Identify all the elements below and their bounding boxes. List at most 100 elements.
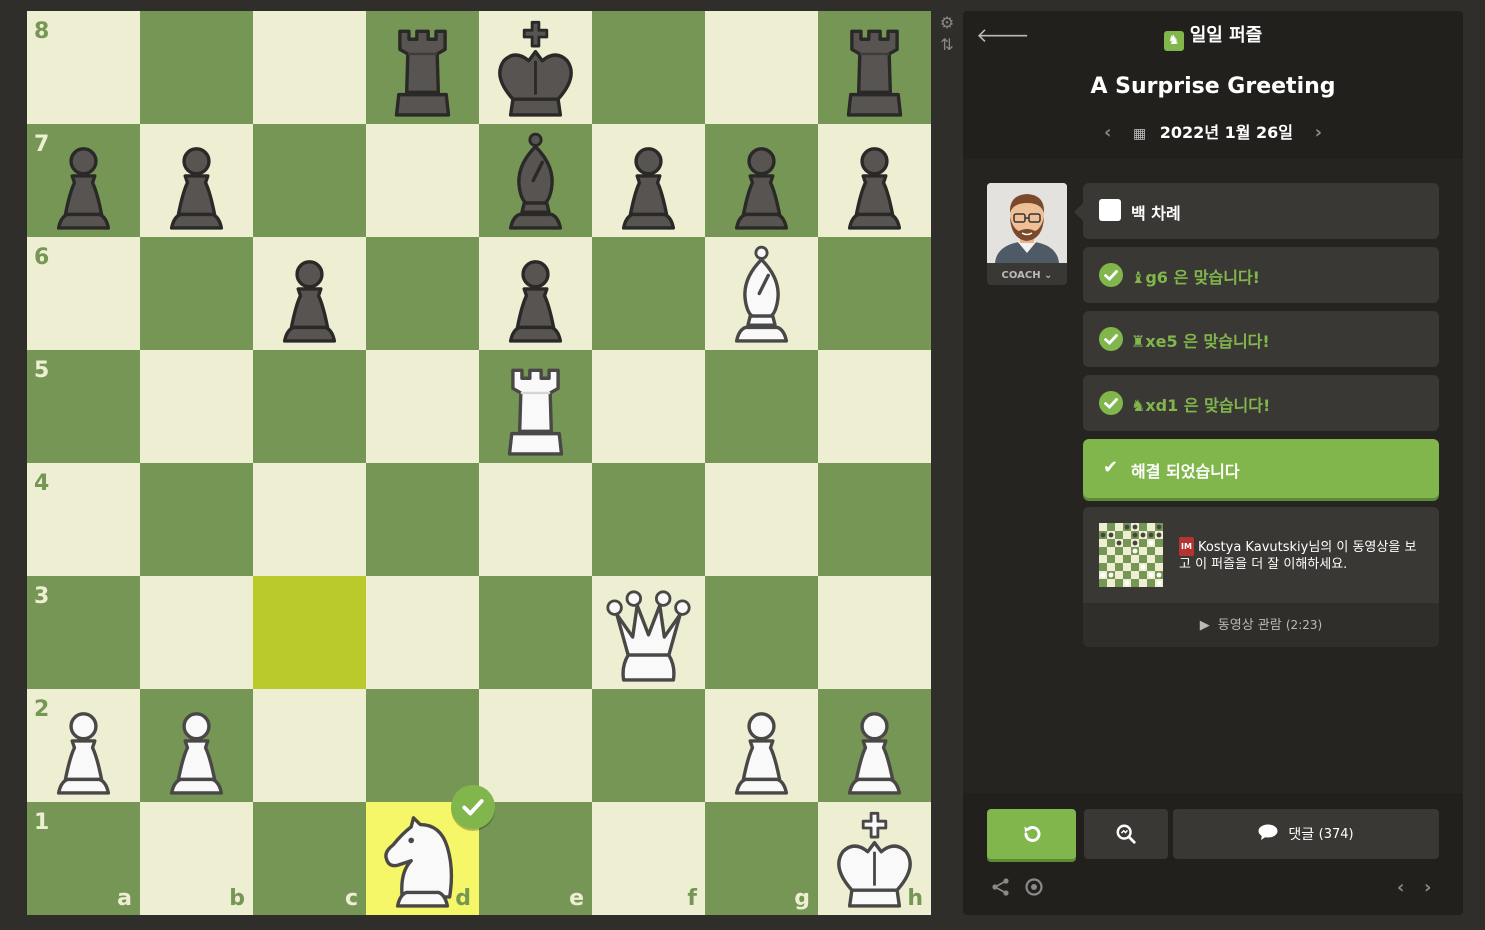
square-b6[interactable] xyxy=(140,237,253,350)
square-e2[interactable] xyxy=(479,689,592,802)
square-b4[interactable] xyxy=(140,463,253,576)
rank-label: 6 xyxy=(34,245,50,270)
square-e1[interactable]: e xyxy=(479,802,592,915)
video-card[interactable]: IM Kostya Kavutskiy님의 이 동영상을 보고 이 퍼즐을 더 잘… xyxy=(1083,507,1439,647)
previous-puzzle-icon[interactable]: ‹ xyxy=(1397,877,1404,898)
calendar-icon[interactable]: ▦ xyxy=(1133,126,1146,142)
rank-label: 8 xyxy=(34,19,50,44)
previous-day-icon[interactable]: ‹ xyxy=(1104,122,1111,143)
square-g1[interactable]: g xyxy=(705,802,818,915)
solved-text: 해결 되었습니다 xyxy=(1131,462,1240,481)
square-a5[interactable]: 5 xyxy=(27,350,140,463)
square-g5[interactable] xyxy=(705,350,818,463)
correct-check-icon xyxy=(1099,327,1123,351)
white-pawn-piece[interactable] xyxy=(818,689,931,802)
comments-button[interactable]: 댓글 (374) xyxy=(1173,809,1439,859)
square-g8[interactable] xyxy=(705,11,818,124)
white-pawn-piece[interactable] xyxy=(705,689,818,802)
square-f5[interactable] xyxy=(592,350,705,463)
video-thumbnail[interactable] xyxy=(1099,523,1163,587)
black-pawn-piece[interactable] xyxy=(479,237,592,350)
puzzle-date[interactable]: 2022년 1월 26일 xyxy=(1160,123,1293,142)
chess-board[interactable]: 87654321abcdefgh xyxy=(27,11,931,915)
square-b5[interactable] xyxy=(140,350,253,463)
square-c2[interactable] xyxy=(253,689,366,802)
black-pawn-piece[interactable] xyxy=(253,237,366,350)
square-c7[interactable] xyxy=(253,124,366,237)
white-pawn-piece[interactable] xyxy=(140,689,253,802)
square-e4[interactable] xyxy=(479,463,592,576)
white-bishop-piece[interactable] xyxy=(705,237,818,350)
square-d5[interactable] xyxy=(366,350,479,463)
square-a3[interactable]: 3 xyxy=(27,576,140,689)
file-label: g xyxy=(794,886,810,911)
square-f6[interactable] xyxy=(592,237,705,350)
square-d2[interactable] xyxy=(366,689,479,802)
square-a4[interactable]: 4 xyxy=(27,463,140,576)
white-queen-piece[interactable] xyxy=(592,576,705,689)
square-b1[interactable]: b xyxy=(140,802,253,915)
square-a6[interactable]: 6 xyxy=(27,237,140,350)
correct-check-icon xyxy=(1099,263,1123,287)
square-g4[interactable] xyxy=(705,463,818,576)
video-description: IM Kostya Kavutskiy님의 이 동영상을 보고 이 퍼즐을 더 잘… xyxy=(1179,537,1424,573)
square-f2[interactable] xyxy=(592,689,705,802)
white-king-piece[interactable] xyxy=(818,802,931,915)
square-d3[interactable] xyxy=(366,576,479,689)
square-h6[interactable] xyxy=(818,237,931,350)
coach-avatar[interactable]: COACH ⌄ xyxy=(987,183,1067,285)
flip-board-icon[interactable]: ⇅ xyxy=(938,36,956,54)
gear-icon[interactable]: ⚙ xyxy=(938,14,956,32)
square-g3[interactable] xyxy=(705,576,818,689)
black-rook-piece[interactable] xyxy=(366,11,479,124)
move-feedback-3: ♞xd1 은 맞습니다! xyxy=(1083,375,1439,431)
im-title-badge: IM xyxy=(1179,537,1194,556)
file-label: a xyxy=(117,886,132,911)
watch-video-button[interactable]: ▶ 동영상 관람 (2:23) xyxy=(1083,603,1439,647)
square-b8[interactable] xyxy=(140,11,253,124)
analysis-button[interactable] xyxy=(1084,809,1168,859)
target-icon[interactable] xyxy=(1024,877,1044,902)
square-f8[interactable] xyxy=(592,11,705,124)
square-a8[interactable]: 8 xyxy=(27,11,140,124)
retry-button[interactable] xyxy=(987,809,1076,859)
turn-text: 백 차례 xyxy=(1131,204,1181,223)
square-a1[interactable]: 1a xyxy=(27,802,140,915)
next-puzzle-icon[interactable]: › xyxy=(1424,877,1431,898)
coach-label[interactable]: COACH ⌄ xyxy=(987,270,1067,281)
black-king-piece[interactable] xyxy=(479,11,592,124)
speech-tail xyxy=(1074,203,1083,221)
square-b3[interactable] xyxy=(140,576,253,689)
black-pawn-piece[interactable] xyxy=(27,124,140,237)
square-h3[interactable] xyxy=(818,576,931,689)
black-bishop-piece[interactable] xyxy=(479,124,592,237)
black-pawn-piece[interactable] xyxy=(592,124,705,237)
square-c5[interactable] xyxy=(253,350,366,463)
file-label: c xyxy=(344,886,358,911)
square-h5[interactable] xyxy=(818,350,931,463)
square-c3[interactable] xyxy=(253,576,366,689)
share-icon[interactable] xyxy=(991,877,1011,902)
play-icon: ▶ xyxy=(1199,618,1210,633)
square-e3[interactable] xyxy=(479,576,592,689)
square-c4[interactable] xyxy=(253,463,366,576)
white-pawn-piece[interactable] xyxy=(27,689,140,802)
black-rook-piece[interactable] xyxy=(818,11,931,124)
move-feedback-2: ♜xe5 은 맞습니다! xyxy=(1083,311,1439,367)
comment-bubble-icon xyxy=(1258,824,1278,844)
square-f1[interactable]: f xyxy=(592,802,705,915)
square-c8[interactable] xyxy=(253,11,366,124)
next-day-icon[interactable]: › xyxy=(1315,122,1322,143)
black-pawn-piece[interactable] xyxy=(818,124,931,237)
square-h4[interactable] xyxy=(818,463,931,576)
black-pawn-piece[interactable] xyxy=(140,124,253,237)
square-c1[interactable]: c xyxy=(253,802,366,915)
square-f4[interactable] xyxy=(592,463,705,576)
square-d7[interactable] xyxy=(366,124,479,237)
white-rook-piece[interactable] xyxy=(479,350,592,463)
panel-header: 🡐 ♞ 일일 퍼즐 A Surprise Greeting ‹ ▦ 2022년 1… xyxy=(963,11,1463,159)
black-pawn-piece[interactable] xyxy=(705,124,818,237)
square-d4[interactable] xyxy=(366,463,479,576)
rank-label: 4 xyxy=(34,471,50,496)
square-d6[interactable] xyxy=(366,237,479,350)
